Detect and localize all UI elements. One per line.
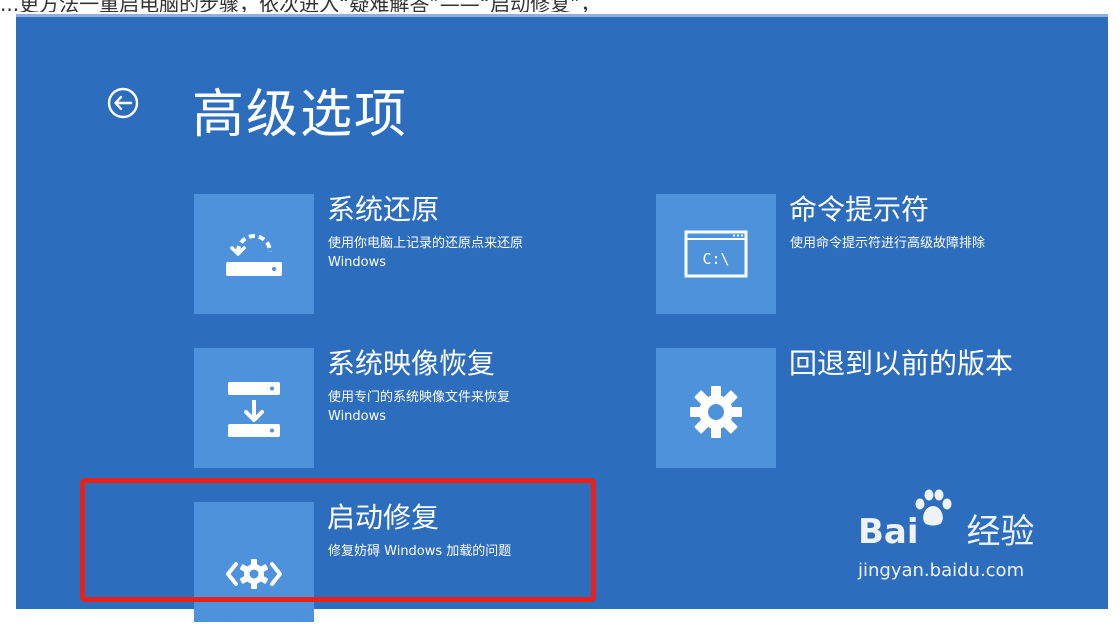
command-prompt-icon-text: C:\ [702,250,729,268]
option-description: 使用你电脑上记录的还原点来还原 Windows [328,234,628,272]
option-command-prompt[interactable]: C:\ 命令提示符 使用命令提示符进行高级故障排除 [656,193,1016,334]
option-title: 回退到以前的版本 [789,347,1014,380]
option-description-line: Windows [328,409,387,424]
screen-top-border [16,14,1108,17]
option-system-restore[interactable]: 系统还原 使用你电脑上记录的还原点来还原 Windows [194,193,554,334]
command-prompt-icon: C:\ [684,230,748,278]
watermark-logo-left: Bai [858,512,919,552]
option-title: 系统还原 [327,193,440,226]
system-restore-icon [226,234,282,276]
option-description: 使用专门的系统映像文件来恢复 Windows [328,388,628,426]
option-description: 使用命令提示符进行高级故障排除 [790,234,1090,253]
option-description-line: 使用专门的系统映像文件来恢复 [328,390,511,405]
option-description: 修复妨碍 Windows 加载的问题 [328,542,628,561]
command-prompt-tile[interactable]: C:\ [656,194,776,314]
option-startup-repair[interactable]: 启动修复 修复妨碍 Windows 加载的问题 [194,501,554,642]
watermark-logo-right: 经验 [966,512,1035,552]
gear-icon [690,386,742,438]
baidu-watermark-logo: Bai 经验 [858,504,1035,553]
option-title: 命令提示符 [789,193,930,226]
baidu-watermark-url: jingyan.baidu.com [858,560,1025,581]
option-description-line: 使用命令提示符进行高级故障排除 [790,236,986,251]
option-go-back-previous-version[interactable]: 回退到以前的版本 [656,347,1016,488]
startup-repair-tile[interactable] [194,502,314,622]
page-title: 高级选项 [192,85,409,145]
system-restore-tile[interactable] [194,194,314,314]
option-description-line: Windows [328,255,387,270]
system-image-recovery-icon [228,382,280,437]
go-back-tile[interactable] [656,348,776,468]
option-system-image-recovery[interactable]: 系统映像恢复 使用专门的系统映像文件来恢复 Windows [194,347,554,488]
system-image-recovery-tile[interactable] [194,348,314,468]
option-title: 系统映像恢复 [327,347,496,380]
startup-repair-icon [226,559,282,589]
back-arrow-icon[interactable] [106,86,140,120]
article-caption: ...更方法一重启电脑的步骤，依次进入“疑难解答”——“启动修复”， [0,0,601,12]
option-description-line: 修复妨碍 Windows 加载的问题 [328,544,512,559]
option-title: 启动修复 [327,501,440,534]
option-description-line: 使用你电脑上记录的还原点来还原 [328,236,524,251]
